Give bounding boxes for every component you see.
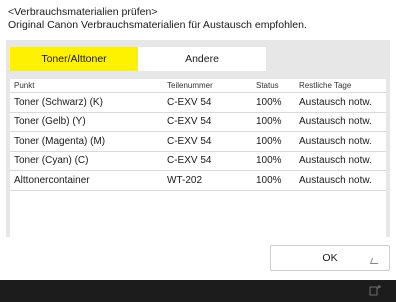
table-row[interactable]: Toner (Magenta) (M) C-EXV 54 100% Austau… — [10, 132, 386, 152]
column-header-item: Punkt — [14, 81, 35, 90]
tab-label: Toner/Alttoner — [41, 53, 107, 65]
cell-remaining-days: Austausch notw. — [299, 174, 372, 186]
enter-corner-icon — [369, 258, 381, 264]
tab-other[interactable]: Andere — [138, 47, 266, 71]
tab-bar: Toner/Alttoner Andere — [10, 47, 266, 71]
table-row[interactable]: Toner (Schwarz) (K) C-EXV 54 100% Austau… — [10, 93, 386, 113]
column-header-part-number: Teilenummer — [167, 81, 213, 90]
page-title: <Verbrauchsmaterialien prüfen> — [8, 6, 158, 18]
tab-label: Andere — [185, 53, 219, 65]
cell-item: Toner (Schwarz) (K) — [14, 96, 103, 108]
cell-remaining-days: Austausch notw. — [299, 155, 372, 167]
cell-remaining-days: Austausch notw. — [299, 135, 372, 147]
page-header: <Verbrauchsmaterialien prüfen> Original … — [8, 6, 307, 32]
cell-part-number: C-EXV 54 — [167, 116, 212, 128]
device-status-icon[interactable] — [368, 284, 382, 298]
cell-item: Toner (Cyan) (C) — [14, 155, 89, 167]
page-subtitle: Original Canon Verbrauchsmaterialien für… — [8, 19, 307, 31]
ok-button-label: OK — [322, 252, 338, 264]
cell-status: 100% — [256, 155, 282, 167]
list-header: Punkt Teilenummer Status Restliche Tage — [10, 79, 386, 93]
cell-part-number: C-EXV 54 — [167, 135, 212, 147]
cell-remaining-days: Austausch notw. — [299, 116, 372, 128]
table-row[interactable]: Toner (Gelb) (Y) C-EXV 54 100% Austausch… — [10, 113, 386, 132]
cell-part-number: C-EXV 54 — [167, 96, 212, 108]
table-row[interactable]: Alttonercontainer WT-202 100% Austausch … — [10, 171, 386, 191]
column-header-remaining-days: Restliche Tage — [299, 81, 352, 90]
cell-item: Toner (Magenta) (M) — [14, 135, 106, 147]
cell-item: Alttonercontainer — [14, 174, 90, 186]
cell-remaining-days: Austausch notw. — [299, 96, 372, 108]
cell-status: 100% — [256, 174, 282, 186]
cell-status: 100% — [256, 96, 282, 108]
cell-status: 100% — [256, 135, 282, 147]
table-row[interactable]: Toner (Cyan) (C) C-EXV 54 100% Austausch… — [10, 152, 386, 171]
cell-item: Toner (Gelb) (Y) — [14, 116, 86, 128]
ok-button[interactable]: OK — [270, 245, 390, 271]
status-bar — [0, 280, 396, 302]
cell-part-number: WT-202 — [167, 174, 203, 186]
cell-part-number: C-EXV 54 — [167, 155, 212, 167]
column-header-status: Status — [256, 81, 279, 90]
tab-toner-waste-toner[interactable]: Toner/Alttoner — [10, 47, 138, 71]
consumables-panel: Toner/Alttoner Andere Punkt Teilenummer … — [6, 40, 390, 274]
cell-status: 100% — [256, 116, 282, 128]
